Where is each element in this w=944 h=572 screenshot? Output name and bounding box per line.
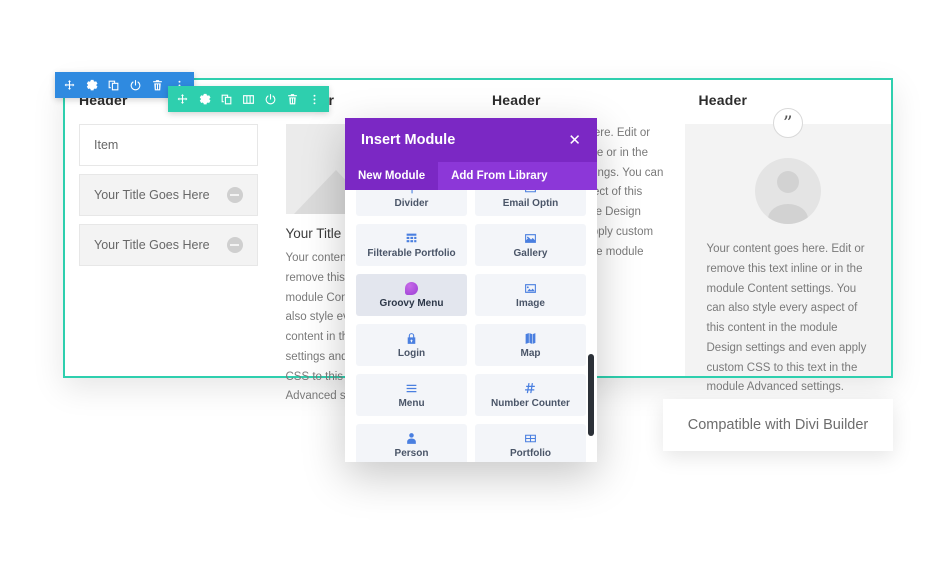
section-toolbar[interactable] — [168, 86, 329, 112]
scrollbar-thumb[interactable] — [588, 354, 594, 436]
module-item-groovy-menu[interactable]: Groovy Menu — [356, 274, 467, 316]
module-grid: Divider Email Optin Filterable Portfolio… — [356, 190, 586, 462]
person-icon — [405, 432, 418, 445]
divider-icon — [405, 190, 418, 195]
gear-icon[interactable] — [198, 93, 211, 106]
move-icon[interactable] — [63, 79, 76, 92]
hash-icon — [524, 382, 537, 395]
trash-icon[interactable] — [286, 93, 299, 106]
accordion-item[interactable]: Item — [79, 124, 258, 166]
insert-module-modal: Insert Module ✕ New Module Add From Libr… — [345, 118, 597, 462]
avatar — [754, 158, 821, 224]
toggle-minus-icon[interactable] — [226, 187, 243, 203]
tab-new-module[interactable]: New Module — [345, 162, 439, 190]
module-item-number-counter[interactable]: Number Counter — [475, 374, 586, 416]
module-item-filterable-portfolio[interactable]: Filterable Portfolio — [356, 224, 467, 266]
tab-add-from-library[interactable]: Add From Library — [438, 162, 560, 190]
module-label: Number Counter — [491, 397, 570, 409]
screenshot-root: Header Item Your Title Goes Here Your Ti… — [0, 0, 944, 572]
gallery-icon — [524, 232, 537, 245]
power-icon[interactable] — [129, 79, 142, 92]
accordion-item[interactable]: Your Title Goes Here — [79, 174, 258, 216]
module-label: Email Optin — [502, 197, 559, 209]
toggle-minus-icon[interactable] — [226, 237, 243, 253]
duplicate-icon[interactable] — [107, 79, 120, 92]
image-icon — [524, 282, 537, 295]
modal-title: Insert Module — [361, 132, 456, 148]
groovy-menu-icon — [405, 281, 418, 295]
module-label: Gallery — [513, 247, 548, 259]
portfolio-grid-icon — [524, 432, 537, 445]
move-icon[interactable] — [176, 93, 189, 106]
module-item-gallery[interactable]: Gallery — [475, 224, 586, 266]
module-item-menu[interactable]: Menu — [356, 374, 467, 416]
testimonial-card: ” Your content goes here. Edit or remove… — [684, 108, 891, 428]
module-item-map[interactable]: Map — [475, 324, 586, 366]
hamburger-icon — [405, 382, 418, 395]
module-label: Filterable Portfolio — [367, 247, 456, 259]
modal-tabs: New Module Add From Library — [345, 162, 597, 190]
module-item-person[interactable]: Person — [356, 424, 467, 462]
module-label: Portfolio — [509, 447, 552, 459]
module-item-email-optin[interactable]: Email Optin — [475, 190, 586, 216]
module-label: Map — [520, 347, 541, 359]
columns-icon[interactable] — [242, 93, 255, 106]
accordion-item-label: Item — [94, 138, 119, 152]
module-label: Menu — [398, 397, 425, 409]
column-header: Header — [492, 92, 541, 108]
duplicate-icon[interactable] — [220, 93, 233, 106]
module-label: Divider — [394, 197, 429, 209]
compatible-badge-label: Compatible with Divi Builder — [687, 417, 869, 433]
modal-header: Insert Module ✕ — [345, 118, 597, 162]
module-item-portfolio[interactable]: Portfolio — [475, 424, 586, 462]
module-item-login[interactable]: Login — [356, 324, 467, 366]
module-label: Login — [397, 347, 426, 359]
testimonial-body: Your content goes here. Edit or remove t… — [706, 243, 867, 394]
envelope-icon — [524, 190, 537, 195]
column-accordion: Header Item Your Title Goes Here Your Ti… — [65, 80, 272, 376]
gear-icon[interactable] — [85, 79, 98, 92]
module-label: Person — [394, 447, 429, 459]
quote-icon: ” — [772, 108, 803, 138]
module-item-image[interactable]: Image — [475, 274, 586, 316]
map-icon — [524, 332, 537, 345]
modal-scrollbar[interactable] — [588, 192, 595, 460]
module-item-divider[interactable]: Divider — [356, 190, 467, 216]
trash-icon[interactable] — [151, 79, 164, 92]
lock-icon — [405, 332, 418, 345]
column-header: Header — [698, 92, 748, 108]
module-label: Image — [516, 297, 545, 309]
module-label: Groovy Menu — [379, 297, 444, 309]
compatible-badge: Compatible with Divi Builder — [663, 399, 893, 451]
kebab-menu-icon[interactable] — [308, 93, 321, 106]
accordion-item-label: Your Title Goes Here — [94, 238, 210, 252]
grid-filter-icon — [405, 232, 418, 245]
close-icon[interactable]: ✕ — [568, 133, 581, 148]
accordion-item[interactable]: Your Title Goes Here — [79, 224, 258, 266]
column-testimonial: Header ” Your content goes here. Edit or… — [684, 80, 891, 428]
module-list[interactable]: Divider Email Optin Filterable Portfolio… — [345, 190, 597, 462]
power-icon[interactable] — [264, 93, 277, 106]
accordion-item-label: Your Title Goes Here — [94, 188, 210, 202]
